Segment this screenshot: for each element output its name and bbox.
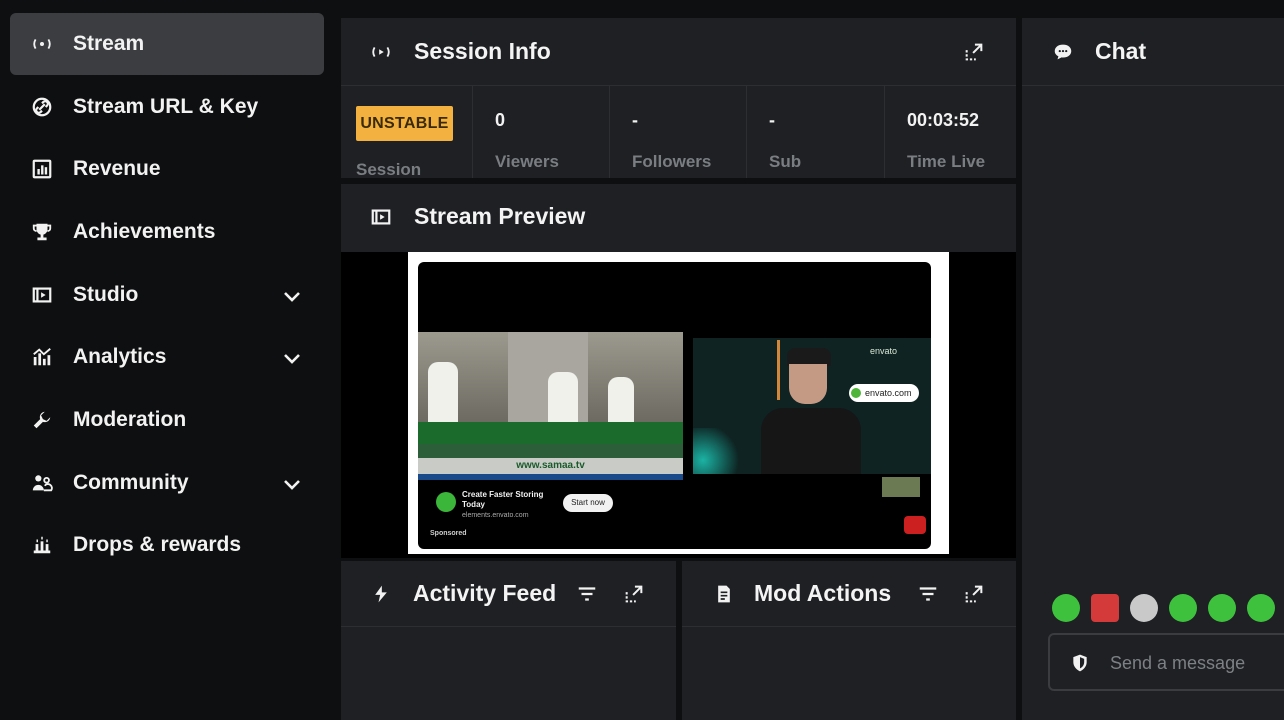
stat-label: Followers: [632, 152, 712, 171]
sidebar-item-label: Drops & rewards: [73, 533, 242, 556]
filter-icon[interactable]: [917, 583, 939, 605]
sponsored-label: Sponsored: [430, 530, 467, 537]
link-icon: [30, 95, 54, 119]
sidebar-item-label: Revenue: [73, 157, 161, 180]
stat-value: 00:03:52: [907, 110, 980, 130]
status-badge: UNSTABLE: [356, 106, 453, 141]
sidebar-item-label: Analytics: [73, 345, 167, 368]
stat-time-live: 00:03:52 Time Live: [885, 86, 1016, 178]
popout-icon[interactable]: [623, 583, 645, 605]
chat-bubble-icon: [1051, 40, 1075, 64]
chat-message-input[interactable]: [1110, 651, 1284, 675]
broadcast-icon: [369, 40, 393, 64]
popout-icon[interactable]: [963, 583, 985, 605]
chat-title: Chat: [1095, 38, 1147, 64]
shield-icon[interactable]: [1070, 653, 1090, 673]
filter-icon[interactable]: [576, 583, 598, 605]
ad-start-button[interactable]: Start now: [563, 494, 613, 512]
emote-robot-icon[interactable]: [1091, 594, 1119, 622]
sidebar-item-community[interactable]: Community: [10, 452, 324, 514]
community-icon: [30, 471, 54, 495]
studio-icon: [369, 205, 393, 229]
emote-clown-icon[interactable]: [1130, 594, 1158, 622]
sidebar-item-label: Stream URL & Key: [73, 95, 259, 118]
sidebar: Stream Stream URL & Key Revenue Achievem…: [0, 0, 336, 720]
broadcast-icon: [30, 32, 54, 56]
studio-icon: [30, 283, 54, 307]
sidebar-item-moderation[interactable]: Moderation: [10, 389, 324, 451]
sidebar-item-label: Moderation: [73, 408, 187, 431]
stream-preview-header: Stream Preview: [341, 184, 1016, 252]
sidebar-item-label: Stream: [73, 32, 145, 55]
mod-actions-title: Mod Actions: [754, 580, 892, 606]
document-icon: [712, 582, 736, 606]
stat-label: Viewers: [495, 152, 559, 171]
bar-chart-icon: [30, 157, 54, 181]
emote-halo-icon[interactable]: [1052, 594, 1080, 622]
sidebar-item-stream[interactable]: Stream: [10, 13, 324, 75]
emote-smile-icon[interactable]: [1169, 594, 1197, 622]
sidebar-item-stream-url-key[interactable]: Stream URL & Key: [10, 76, 324, 138]
sidebar-item-studio[interactable]: Studio: [10, 264, 324, 326]
thumbnail: [882, 477, 920, 497]
session-status: UNSTABLE Session: [341, 86, 473, 179]
drops-icon: [30, 533, 54, 557]
sidebar-item-achievements[interactable]: Achievements: [10, 201, 324, 263]
activity-feed-header: Activity Feed: [341, 561, 676, 627]
webcam-clip: envato envato.com: [693, 338, 931, 474]
sidebar-item-analytics[interactable]: Analytics: [10, 326, 324, 388]
wrench-icon: [30, 408, 54, 432]
session-info-title: Session Info: [414, 38, 551, 64]
mod-actions-header: Mod Actions: [682, 561, 1016, 627]
activity-feed-panel: Activity Feed: [341, 561, 676, 720]
sidebar-item-label: Achievements: [73, 220, 216, 243]
chevron-down-icon[interactable]: [280, 284, 304, 308]
analytics-icon: [30, 345, 54, 369]
envato-logo: envato: [870, 346, 898, 356]
stat-value: -: [769, 110, 775, 130]
stream-video[interactable]: www.samaa.tv envato envato.com Create Fa…: [408, 252, 949, 554]
stat-sub: - Sub: [747, 86, 885, 178]
stat-viewers: 0 Viewers: [473, 86, 610, 178]
status-label: Session: [356, 160, 422, 179]
chat-header: Chat: [1022, 18, 1284, 86]
envato-ad-icon: [436, 492, 456, 512]
stat-label: Sub: [769, 152, 802, 171]
chevron-down-icon[interactable]: [280, 472, 304, 496]
lightning-icon: [369, 582, 393, 606]
stat-followers: - Followers: [610, 86, 747, 178]
trophy-icon: [30, 220, 54, 244]
video-screen: www.samaa.tv envato envato.com Create Fa…: [418, 262, 931, 549]
news-clip: www.samaa.tv: [418, 332, 683, 480]
stat-value: -: [632, 110, 638, 130]
stat-value: 0: [495, 110, 506, 130]
youtube-icon: [904, 516, 926, 534]
emote-headphones-icon[interactable]: [1208, 594, 1236, 622]
ad-domain: elements.envato.com: [462, 512, 529, 519]
sidebar-item-drops-rewards[interactable]: Drops & rewards: [10, 514, 324, 576]
sidebar-item-label: Community: [73, 471, 189, 494]
chevron-down-icon[interactable]: [280, 346, 304, 370]
activity-feed-title: Activity Feed: [413, 580, 557, 606]
session-info-header: Session Info: [341, 18, 1016, 86]
chat-input-box[interactable]: [1048, 633, 1284, 691]
popout-icon[interactable]: [963, 41, 985, 63]
sidebar-item-label: Studio: [73, 283, 139, 306]
mod-actions-panel: Mod Actions: [682, 561, 1016, 720]
ad-title: Create Faster Storing Today: [462, 490, 544, 509]
stat-label: Time Live: [907, 152, 986, 171]
sidebar-item-revenue[interactable]: Revenue: [10, 138, 324, 200]
emote-happy-icon[interactable]: [1247, 594, 1275, 622]
news-url: www.samaa.tv: [418, 458, 683, 474]
stream-preview-title: Stream Preview: [414, 203, 586, 229]
